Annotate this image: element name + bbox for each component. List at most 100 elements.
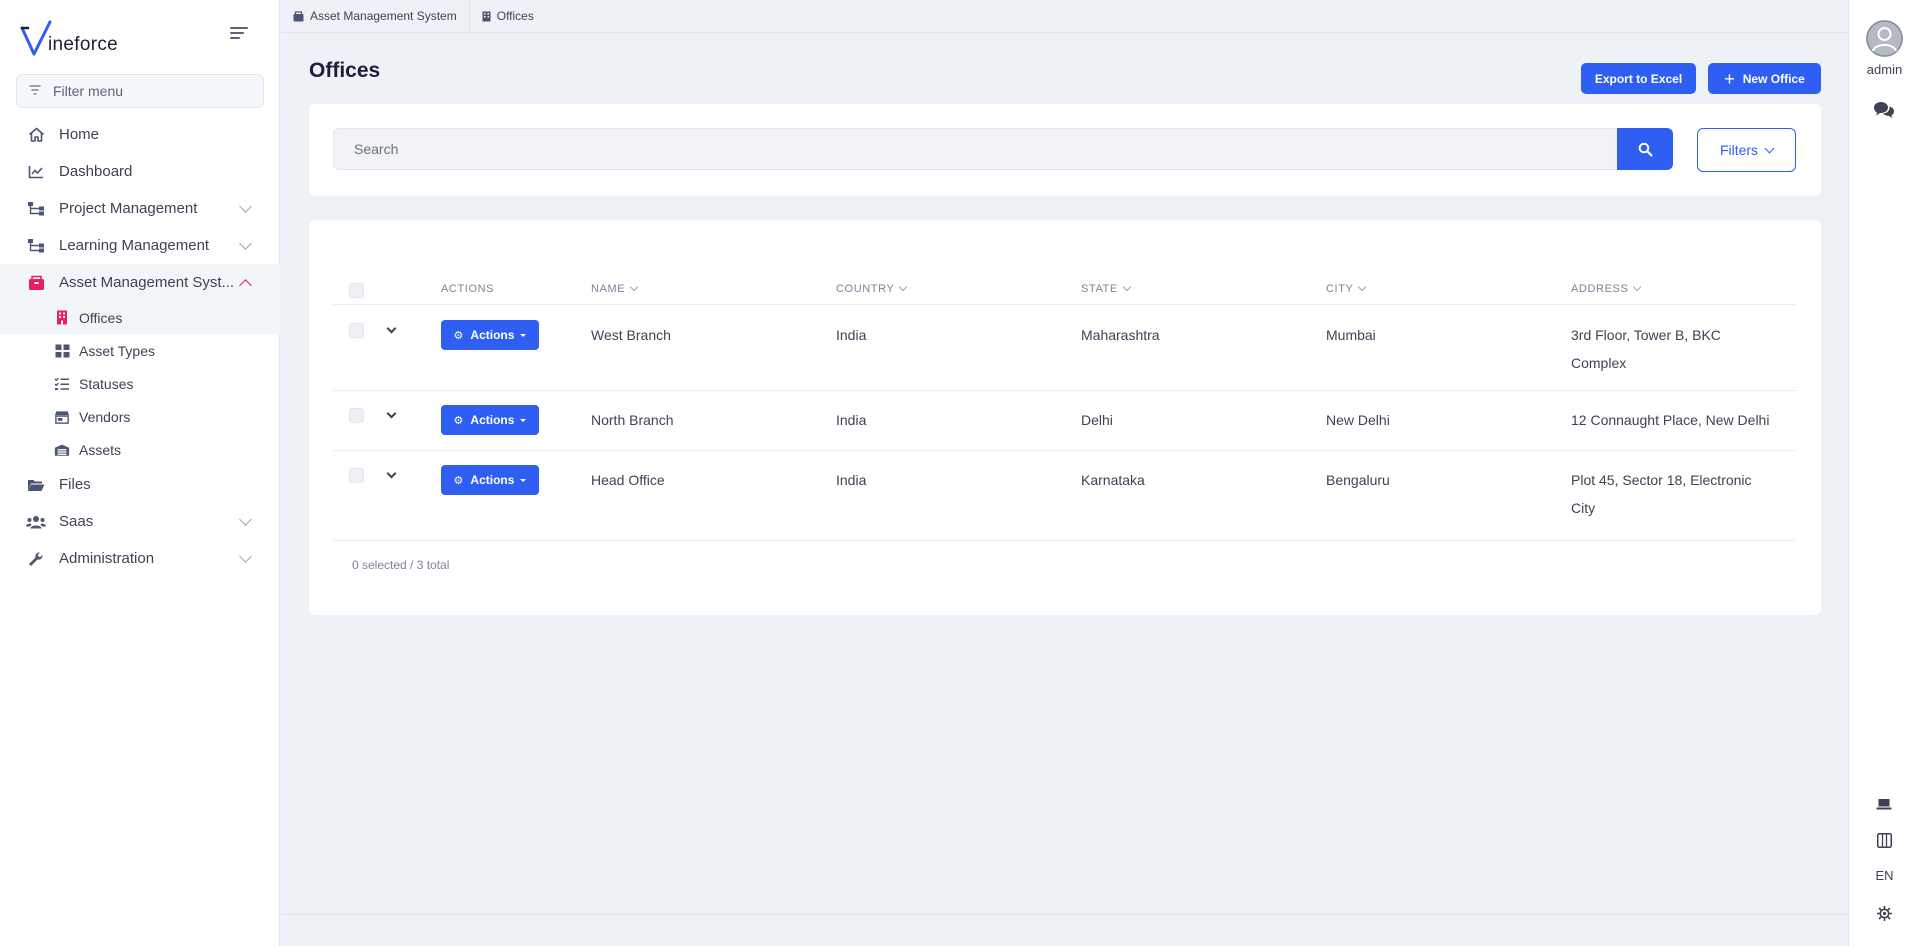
chevron-up-icon (239, 279, 252, 292)
chart-line-icon (26, 162, 46, 182)
column-header-actions: Actions (441, 283, 495, 295)
breadcrumb-item[interactable]: Asset Management System (281, 0, 470, 32)
selection-count: 0 selected / 3 total (352, 558, 450, 572)
store-icon (54, 409, 70, 425)
sidebar-subitem-assets[interactable]: Assets (0, 433, 280, 466)
column-header-country[interactable]: Country (836, 282, 908, 295)
gear-icon: ⚙ (453, 414, 464, 427)
sidebar-item-saas[interactable]: Saas (0, 503, 280, 540)
column-header-state[interactable]: State (1081, 282, 1132, 295)
user-name[interactable]: admin (1849, 62, 1919, 77)
language-selector[interactable]: EN (1849, 868, 1919, 883)
building-icon (482, 11, 491, 21)
breadcrumb-item[interactable]: Offices (470, 0, 546, 32)
laptop-icon[interactable] (1873, 793, 1895, 815)
sidebar-item-home[interactable]: Home (0, 116, 280, 153)
sidebar-item-label: Files (59, 476, 91, 493)
sidebar-subitem-statuses[interactable]: Statuses (0, 367, 280, 400)
breadcrumb: Asset Management System Offices (281, 0, 1848, 33)
column-header-city[interactable]: City (1326, 282, 1367, 295)
cell-address: 3rd Floor, Tower B, BKC Complex (1571, 327, 1721, 371)
user-icon (1866, 20, 1903, 57)
page-title: Offices (309, 59, 381, 82)
brand-logo[interactable]: ineforce (20, 18, 118, 58)
home-icon (26, 125, 46, 145)
chevron-down-icon (239, 513, 252, 526)
sidebar-subitem-offices[interactable]: Offices (0, 301, 280, 334)
row-checkbox[interactable] (349, 408, 364, 423)
expand-row-icon[interactable] (386, 323, 397, 334)
expand-row-icon[interactable] (386, 408, 397, 419)
sidebar-toggle-icon[interactable] (230, 27, 250, 43)
column-header-address[interactable]: Address (1571, 282, 1642, 295)
filter-menu-input[interactable]: Filter menu (16, 74, 264, 108)
sidebar-item-files[interactable]: Files (0, 466, 280, 503)
brand-name: ineforce (48, 34, 118, 55)
chevron-down-icon (1764, 143, 1775, 153)
offices-table: Actions Name Country State City Address … (309, 220, 1821, 615)
columns-icon[interactable] (1873, 829, 1895, 851)
select-all-checkbox[interactable] (349, 283, 364, 298)
cell-address: 12 Connaught Place, New Delhi (1571, 412, 1770, 428)
new-office-label: New Office (1742, 71, 1805, 86)
sidebar-item-learning-management[interactable]: Learning Management (0, 227, 280, 264)
sidebar: ineforce Filter menu Home Dashboard Proj… (0, 0, 280, 946)
search-card: Filters (309, 104, 1821, 196)
chat-icon[interactable] (1873, 99, 1895, 121)
sort-icon (1633, 282, 1642, 292)
expand-row-icon[interactable] (386, 468, 397, 479)
sidebar-item-project-management[interactable]: Project Management (0, 190, 280, 227)
gear-icon: ⚙ (453, 329, 464, 342)
sidebar-item-dashboard[interactable]: Dashboard (0, 153, 280, 190)
cell-name: North Branch (591, 412, 674, 428)
gear-icon[interactable] (1873, 902, 1895, 924)
table-header: Actions Name Country State City Address (333, 275, 1796, 305)
sidebar-item-administration[interactable]: Administration (0, 540, 280, 577)
cell-state: Delhi (1081, 412, 1113, 428)
cell-city: New Delhi (1326, 412, 1390, 428)
filters-button[interactable]: Filters (1697, 128, 1796, 172)
sidebar-item-label: Dashboard (59, 163, 133, 180)
cell-name: West Branch (591, 327, 671, 343)
filter-icon (29, 84, 43, 98)
sidebar-subitem-label: Offices (79, 309, 123, 326)
row-checkbox[interactable] (349, 323, 364, 338)
user-avatar[interactable] (1866, 20, 1903, 57)
sidebar-subitem-label: Asset Types (79, 342, 156, 359)
sidebar-subitem-label: Vendors (79, 408, 131, 425)
row-actions-button[interactable]: ⚙ Actions (441, 465, 539, 495)
sidebar-item-label: Saas (59, 513, 94, 530)
sort-icon (1358, 282, 1367, 292)
cell-name: Head Office (591, 472, 665, 488)
list-check-icon (54, 376, 70, 392)
sidebar-subitem-label: Assets (79, 441, 122, 458)
cell-address: Plot 45, Sector 18, Electronic City (1571, 472, 1752, 516)
bottom-bar (281, 914, 1848, 946)
row-checkbox[interactable] (349, 468, 364, 483)
sidebar-item-label: Asset Management Syst... (59, 274, 235, 291)
search-button[interactable] (1617, 128, 1673, 170)
sitemap-icon (26, 199, 46, 219)
cell-country: India (836, 412, 867, 428)
sort-icon (1122, 282, 1132, 292)
sort-icon (629, 282, 639, 292)
sitemap-icon (26, 236, 46, 256)
building-icon (54, 310, 70, 326)
wrench-icon (26, 549, 46, 569)
search-input[interactable] (333, 128, 1617, 170)
right-rail: admin EN (1848, 0, 1919, 946)
sidebar-subitem-vendors[interactable]: Vendors (0, 400, 280, 433)
main-content: Asset Management System Offices Offices … (281, 0, 1848, 946)
table-row: ⚙ Actions West Branch India Maharashtra … (333, 306, 1796, 391)
new-office-button[interactable]: + New Office (1708, 63, 1821, 94)
box-icon (26, 273, 46, 293)
plus-icon: + (1724, 68, 1735, 89)
sidebar-item-asset-management[interactable]: Asset Management Syst... (0, 264, 280, 301)
row-actions-button[interactable]: ⚙ Actions (441, 320, 539, 350)
gear-icon: ⚙ (453, 474, 464, 487)
row-actions-button[interactable]: ⚙ Actions (441, 405, 539, 435)
sidebar-subitem-asset-types[interactable]: Asset Types (0, 334, 280, 367)
column-header-name[interactable]: Name (591, 282, 639, 295)
filter-menu-placeholder: Filter menu (53, 83, 124, 99)
export-to-excel-button[interactable]: Export to Excel (1581, 63, 1696, 94)
